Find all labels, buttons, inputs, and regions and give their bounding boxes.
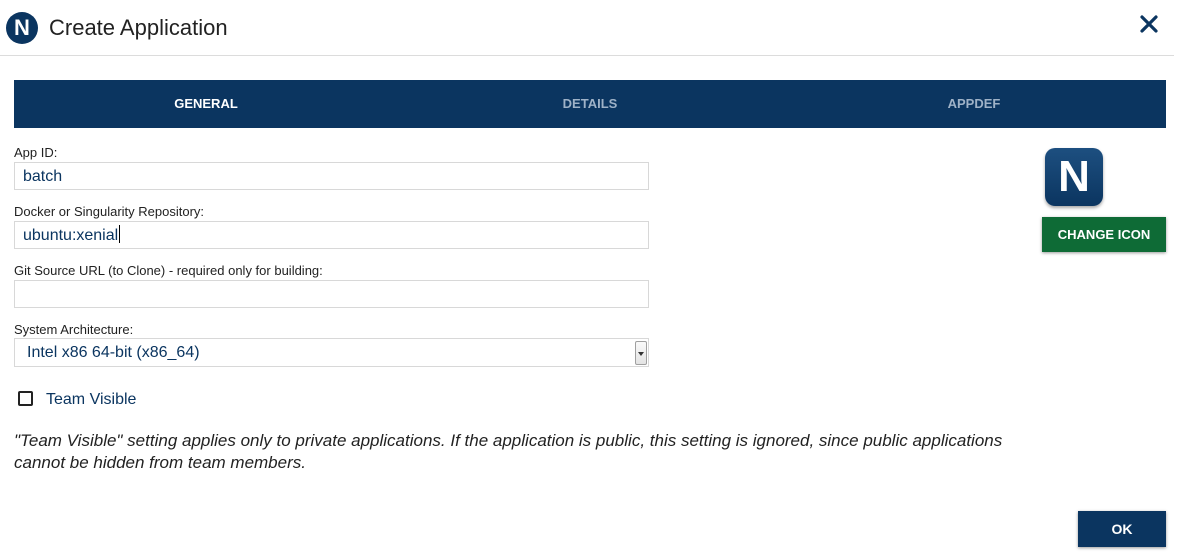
tab-bar: GENERAL DETAILS APPDEF [14, 80, 1166, 128]
create-application-dialog: N Create Application GENERAL DETAILS APP… [0, 0, 1184, 553]
app-id-value: batch [23, 168, 63, 185]
close-icon [1140, 15, 1158, 33]
application-icon: N [1045, 148, 1103, 206]
tab-details[interactable]: DETAILS [398, 80, 782, 128]
team-visible-checkbox[interactable] [18, 391, 33, 406]
change-icon-button[interactable]: CHANGE ICON [1042, 217, 1166, 252]
repository-value: ubuntu:xenial [23, 227, 119, 244]
text-cursor [119, 225, 121, 243]
architecture-select[interactable]: Intel x86 64-bit (x86_64) [14, 338, 649, 367]
team-visible-label[interactable]: Team Visible [46, 390, 136, 410]
architecture-label: System Architecture: [14, 322, 134, 337]
dialog-title: Create Application [49, 15, 228, 40]
git-source-label: Git Source URL (to Clone) - required onl… [14, 263, 323, 278]
repository-label: Docker or Singularity Repository: [14, 204, 205, 219]
app-id-label: App ID: [14, 145, 58, 160]
app-logo-icon: N [6, 12, 38, 44]
tab-general[interactable]: GENERAL [14, 80, 398, 128]
git-source-input[interactable] [14, 280, 649, 308]
close-button[interactable] [1138, 10, 1160, 38]
ok-button[interactable]: OK [1078, 511, 1166, 547]
architecture-selected-value: Intel x86 64-bit (x86_64) [27, 344, 200, 361]
dropdown-arrow-icon[interactable] [635, 341, 647, 365]
app-id-input[interactable]: batch [14, 162, 649, 190]
team-visible-note: "Team Visible" setting applies only to p… [14, 431, 1003, 472]
tab-appdef[interactable]: APPDEF [782, 80, 1166, 128]
dialog-header: N Create Application [0, 0, 1174, 56]
repository-input[interactable]: ubuntu:xenial [14, 221, 649, 249]
